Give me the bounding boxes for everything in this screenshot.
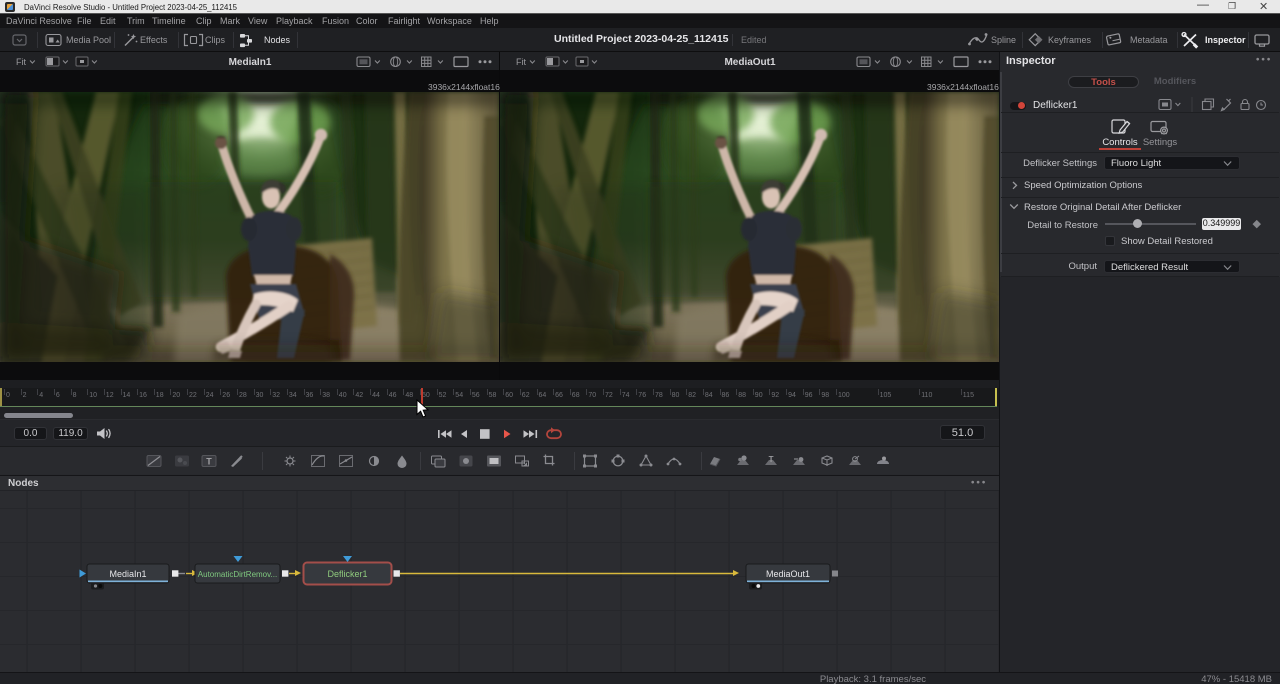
svg-text:Fit: Fit [516, 57, 526, 67]
svg-text:MediaOut1: MediaOut1 [724, 57, 776, 68]
svg-text:T: T [769, 455, 774, 464]
svg-text:MediaIn1: MediaIn1 [229, 57, 272, 68]
svg-text:MediaIn1: MediaIn1 [109, 569, 146, 579]
svg-text:Fit: Fit [16, 57, 26, 67]
svg-text:AutomaticDirtRemov...: AutomaticDirtRemov... [198, 570, 277, 579]
svg-text:Deflicker1: Deflicker1 [327, 569, 367, 579]
svg-text:T: T [206, 457, 212, 467]
svg-text:MediaOut1: MediaOut1 [766, 569, 810, 579]
